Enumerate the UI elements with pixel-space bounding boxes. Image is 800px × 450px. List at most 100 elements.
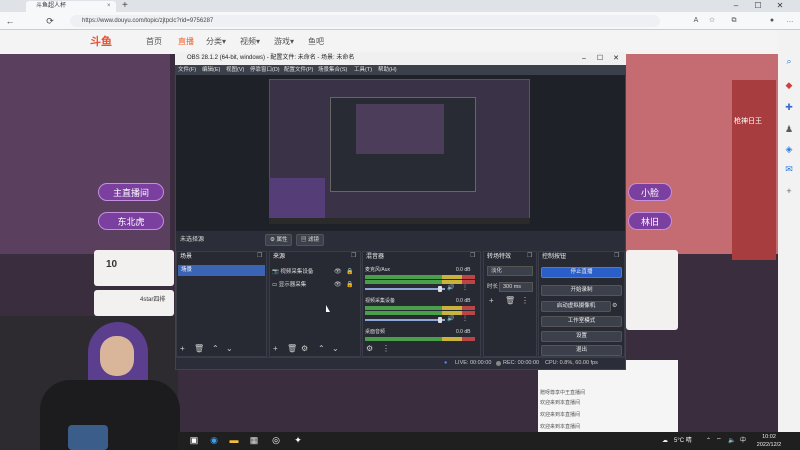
explorer-icon[interactable]: ▬ — [228, 434, 240, 446]
move-down-icon[interactable]: ⌄ — [226, 344, 233, 354]
window-close-button[interactable]: ✕ — [772, 0, 788, 12]
search-icon[interactable]: ⌕ — [782, 54, 796, 68]
menu-tools[interactable]: 工具(T) — [354, 65, 372, 75]
menu-view[interactable]: 视图(V) — [226, 65, 244, 75]
transition-menu-icon[interactable]: ⋮ — [521, 296, 529, 306]
nav-item-home[interactable]: 首页 — [146, 30, 162, 54]
edge-icon[interactable]: ◉ — [208, 434, 220, 446]
start-recording-button[interactable]: 开始录制 — [541, 285, 622, 296]
window-maximize-button[interactable]: ☐ — [750, 0, 766, 12]
xiaolian-button[interactable]: 小脸 — [628, 183, 672, 201]
speaker-icon[interactable]: 🔊 — [447, 314, 454, 325]
obs-maximize-button[interactable]: ☐ — [592, 52, 608, 65]
studio-mode-button[interactable]: 工作室模式 — [541, 316, 622, 327]
lock-icon[interactable]: 🔒 — [346, 280, 353, 291]
volume-slider-knob[interactable] — [438, 286, 442, 292]
menu-edit[interactable]: 编辑(E) — [202, 65, 220, 75]
remove-source-icon[interactable]: 🗑 — [287, 344, 297, 354]
input-language[interactable]: 中 — [740, 432, 746, 450]
move-up-icon[interactable]: ⌃ — [318, 344, 325, 354]
nav-item-fishbar[interactable]: 鱼吧 — [308, 30, 324, 54]
nav-item-live[interactable]: 直播 — [178, 30, 194, 54]
network-icon[interactable]: ⌔ — [716, 432, 722, 450]
obs-icon[interactable]: ◎ — [270, 434, 282, 446]
clock[interactable]: 10:02 2022/12/2 — [752, 433, 786, 449]
properties-button[interactable]: ⚙ 属性 — [265, 234, 293, 246]
new-tab-button[interactable]: + — [122, 0, 128, 12]
filters-button[interactable]: ▤ 滤镜 — [296, 234, 325, 246]
reload-icon[interactable]: ⟳ — [44, 12, 56, 30]
more-icon[interactable]: … — [784, 12, 796, 30]
obs-minimize-button[interactable]: – — [576, 52, 592, 65]
volume-icon[interactable]: 🔈 — [728, 432, 735, 450]
promo-panel[interactable] — [732, 80, 776, 260]
dock-float-icon[interactable]: ❐ — [351, 252, 360, 261]
channel-menu-icon[interactable]: ⋮ — [462, 283, 468, 294]
speaker-icon[interactable]: 🔊 — [447, 283, 454, 294]
duration-input[interactable]: 300 ms — [499, 282, 533, 292]
nav-item-game[interactable]: 游戏▾ — [274, 30, 294, 54]
remove-transition-icon[interactable]: 🗑 — [505, 296, 515, 306]
app-icon-2[interactable]: ✦ — [292, 434, 304, 446]
main-room-button[interactable]: 主直播间 — [98, 183, 164, 201]
dock-float-icon[interactable]: ❐ — [257, 252, 266, 261]
linjiu-button[interactable]: 林旧 — [628, 212, 672, 230]
volume-slider[interactable] — [365, 319, 445, 321]
menu-profile[interactable]: 配置文件(P) — [284, 65, 313, 75]
stop-streaming-button[interactable]: 停止直播 — [541, 267, 622, 278]
browser-tab[interactable]: 斗鱼超人杯 — [26, 1, 116, 12]
lock-icon[interactable]: 🔒 — [346, 267, 353, 278]
favorite-icon[interactable]: ☆ — [706, 12, 718, 30]
mixer-settings-icon[interactable]: ⚙ — [366, 344, 373, 354]
weather-icon[interactable]: ☁ — [662, 432, 668, 450]
back-icon[interactable]: ← — [4, 12, 16, 30]
taskview-icon[interactable]: ▣ — [188, 434, 200, 446]
volume-slider[interactable] — [365, 288, 445, 290]
tray-chevron-icon[interactable]: ⌃ — [706, 432, 711, 450]
url-input[interactable]: https://www.douyu.com/topic/zjtpclc?rid=… — [70, 15, 660, 27]
read-aloud-icon[interactable]: A — [690, 12, 702, 30]
menu-file[interactable]: 文件(F) — [178, 65, 196, 75]
menu-docks[interactable]: 停靠窗口(D) — [250, 65, 280, 75]
shopping-icon[interactable]: ◆ — [782, 78, 796, 92]
add-source-icon[interactable]: + — [273, 344, 278, 354]
dock-float-icon[interactable]: ❐ — [470, 252, 479, 261]
dock-float-icon[interactable]: ❐ — [614, 252, 623, 261]
exit-button[interactable]: 退出 — [541, 345, 622, 356]
right-card[interactable] — [626, 250, 678, 330]
window-minimize-button[interactable]: – — [728, 0, 744, 12]
outlook-icon[interactable]: ✉ — [782, 162, 796, 176]
office-icon[interactable]: ◈ — [782, 142, 796, 156]
add-icon[interactable]: + — [782, 184, 796, 198]
tab-close-icon[interactable]: × — [107, 1, 111, 12]
start-virtual-camera-button[interactable]: 启动虚拟摄像机 — [541, 301, 611, 312]
add-transition-icon[interactable]: + — [489, 296, 494, 306]
move-up-icon[interactable]: ⌃ — [212, 344, 219, 354]
menu-help[interactable]: 帮助(H) — [378, 65, 397, 75]
transition-select[interactable]: 淡化 — [487, 266, 533, 276]
tools-icon[interactable]: ✚ — [782, 100, 796, 114]
games-icon[interactable]: ♟ — [782, 122, 796, 136]
settings-button[interactable]: 设置 — [541, 331, 622, 342]
mixer-menu-icon[interactable]: ⋮ — [382, 344, 390, 354]
channel-menu-icon[interactable]: ⋮ — [462, 314, 468, 325]
nav-item-category[interactable]: 分类▾ — [206, 30, 226, 54]
app-icon[interactable]: ▦ — [248, 434, 260, 446]
collections-icon[interactable]: ⧉ — [728, 12, 740, 30]
scene-item[interactable]: 场景 — [178, 265, 265, 276]
virtual-camera-settings-icon[interactable]: ⚙ — [612, 301, 617, 312]
profile-icon[interactable]: ● — [766, 12, 778, 30]
add-scene-icon[interactable]: + — [180, 344, 185, 354]
move-down-icon[interactable]: ⌄ — [332, 344, 339, 354]
visibility-icon[interactable]: 👁 — [334, 267, 342, 278]
weather-text[interactable]: 5°C 晴 — [674, 432, 692, 450]
source-settings-icon[interactable]: ⚙ — [301, 344, 308, 354]
dock-float-icon[interactable]: ❐ — [527, 252, 536, 261]
site-logo[interactable]: 斗鱼 — [90, 34, 126, 50]
menu-scene-collection[interactable]: 场景集合(S) — [318, 65, 347, 75]
volume-slider-knob[interactable] — [438, 317, 442, 323]
remove-scene-icon[interactable]: 🗑 — [194, 344, 204, 354]
nav-item-video[interactable]: 视频▾ — [240, 30, 260, 54]
obs-close-button[interactable]: ✕ — [608, 52, 624, 65]
northeast-tiger-button[interactable]: 东北虎 — [98, 212, 164, 230]
